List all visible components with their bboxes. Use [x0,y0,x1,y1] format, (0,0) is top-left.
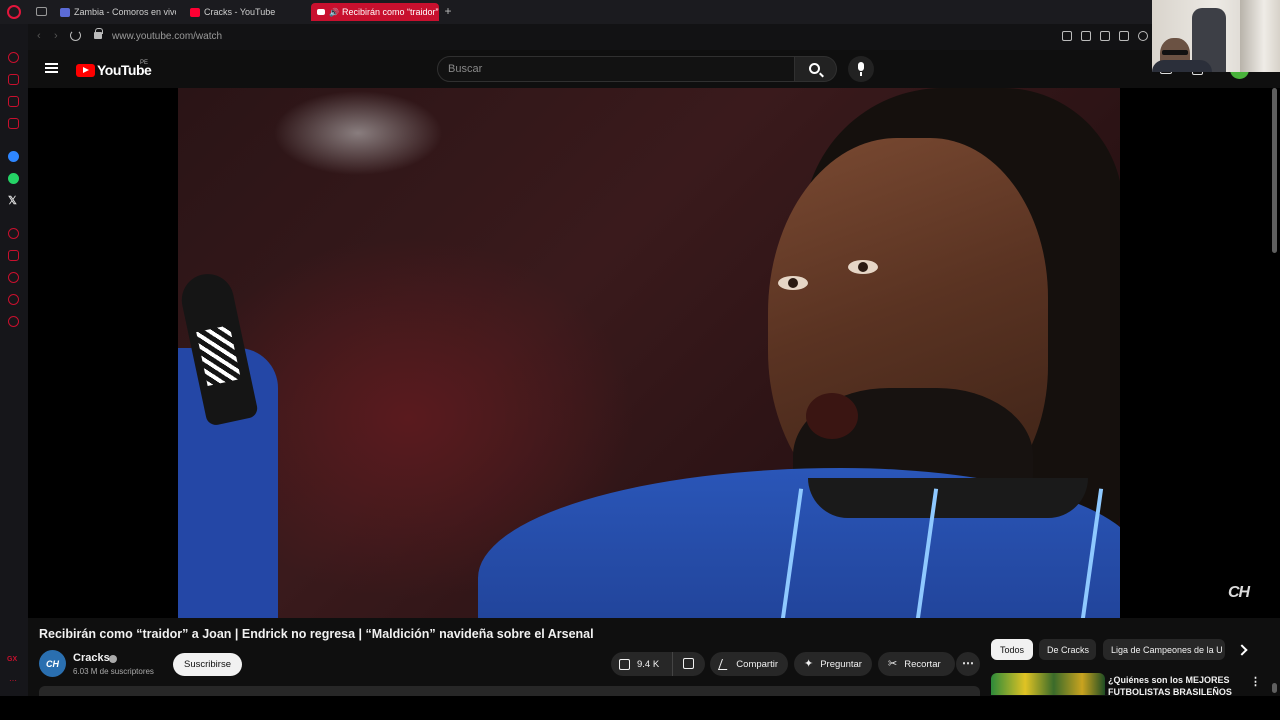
webcam-overlay [1152,0,1280,72]
recommendation-title[interactable]: ¿Quiénes son los MEJORES FUTBOLISTAS BRA… [1108,674,1238,698]
tab-cracks-youtube[interactable]: Cracks - YouTube [184,3,302,21]
twitch-icon[interactable] [8,96,19,107]
youtube-play-icon [76,63,95,77]
whatsapp-icon[interactable] [8,173,19,184]
scissors-icon: ✂ [888,657,898,670]
forward-icon[interactable]: › [54,30,58,42]
back-icon[interactable]: ‹ [37,30,41,42]
tab-zambia-comoros[interactable]: Zambia - Comoros en vivo [54,3,176,21]
address-bar-tools [1062,31,1148,41]
voice-search-button[interactable] [848,56,874,82]
verified-icon [109,655,117,663]
rail-scrollbar[interactable] [1272,683,1277,693]
tab-title: Recibirán como “traidor” a Joan [341,7,439,17]
more-actions-button[interactable]: ⋯ [956,652,980,676]
opera-sidebar: 𝕏 GX ⋯ [0,24,28,720]
new-tab-button[interactable]: + [442,4,454,18]
description-box[interactable] [39,686,980,696]
share-label: Compartir [736,658,778,670]
sidebar-more-icon[interactable]: ⋯ [9,676,17,685]
add-icon[interactable] [8,228,19,239]
speaker-icon[interactable]: 🔊 [329,8,339,17]
like-button[interactable]: 9.4 K [611,652,673,676]
gx-label[interactable]: GX [7,656,17,663]
tab-active-video[interactable]: 🔊 Recibirán como “traidor” a Joan [311,3,439,21]
country-code: PE [140,60,149,66]
video-title: Recibirán como “traidor” a Joan | Endric… [39,627,594,641]
video-scene-eye [778,276,808,290]
player-icon[interactable] [1119,31,1129,41]
subscriber-count: 6.03 M de suscriptores [73,667,154,676]
browser-tab-strip: Zambia - Comoros en vivo Cracks - YouTub… [0,0,1280,24]
messenger-icon[interactable] [8,151,19,162]
gx-cleaner-icon[interactable] [8,74,19,85]
channel-watermark[interactable]: CH [1228,584,1250,602]
youtube-favicon-icon [317,9,325,15]
thumbs-down-icon [683,658,694,669]
screen-bottom-band [0,696,1280,720]
channel-avatar[interactable]: CH [39,650,66,677]
kebab-menu-icon[interactable]: ⋮ [1250,675,1261,688]
search-input[interactable] [438,57,794,81]
tabs-icon[interactable] [8,250,19,261]
heart-icon[interactable] [1138,31,1148,41]
chevron-right-icon[interactable] [1236,643,1248,655]
share-icon [717,658,732,670]
clip-label: Recortar [904,658,941,670]
sparkle-icon: ✦ [804,657,814,670]
reload-icon[interactable] [70,30,81,41]
tab-manager-icon[interactable] [36,7,47,16]
webcam-glasses [1162,50,1188,55]
webcam-curtain [1240,0,1280,72]
like-count: 9.4 K [637,658,660,670]
x-twitter-icon[interactable]: 𝕏 [8,194,17,207]
video-scene-mouth [806,393,858,439]
search-box [437,56,795,82]
search-button[interactable] [795,56,837,82]
tab-favicon-icon [60,7,70,17]
tab-title: Zambia - Comoros en vivo [74,7,176,17]
youtube-masthead: YouTube PE [28,50,1280,88]
settings-icon[interactable] [8,316,19,327]
snapshot-icon[interactable] [1081,31,1091,41]
chip-de-cracks[interactable]: De Cracks [1039,639,1096,660]
youtube-favicon-icon [190,7,200,17]
like-dislike-group: 9.4 K [611,652,705,676]
menu-icon[interactable] [45,63,58,73]
video-frame[interactable] [178,88,1120,618]
chat-icon[interactable] [8,294,19,305]
dislike-button[interactable] [673,652,705,676]
webcam-shirt [1152,60,1212,72]
share-button[interactable]: Compartir [710,652,788,676]
thumbs-up-icon [619,658,630,670]
opera-logo-icon[interactable] [7,5,21,19]
gx-control-icon[interactable] [8,52,19,63]
ask-button[interactable]: ✦ Preguntar [794,652,872,676]
lock-icon[interactable] [94,28,103,39]
player-sidebar-icon[interactable] [8,118,19,129]
chip-liga-campeones[interactable]: Liga de Campeones de la U [1103,639,1225,660]
video-scene-collar [808,478,1088,518]
history-icon[interactable] [8,272,19,283]
recommendation-thumbnail[interactable] [991,673,1105,695]
bookmark-icon[interactable] [1062,31,1072,41]
video-scene-eye [848,260,878,274]
shield-icon[interactable] [1100,31,1110,41]
search-icon [809,63,820,74]
page-scrollbar[interactable] [1272,88,1277,253]
url-field[interactable]: www.youtube.com/watch [112,31,222,42]
subscribe-button[interactable]: Suscribirse [173,653,242,676]
tab-title: Cracks - YouTube [204,7,276,17]
ask-label: Preguntar [820,658,862,670]
channel-name[interactable]: Cracks [73,652,110,664]
clip-button[interactable]: ✂ Recortar [878,652,955,676]
chip-todos[interactable]: Todos [991,639,1033,660]
video-player[interactable]: CH [28,88,1280,618]
address-bar: ‹ › www.youtube.com/watch [28,24,1280,50]
